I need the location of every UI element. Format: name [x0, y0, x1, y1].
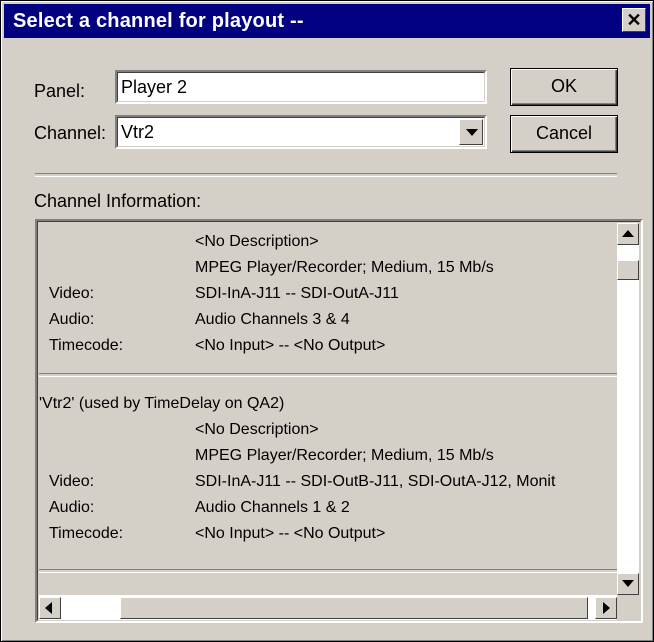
ok-button[interactable]: OK	[510, 68, 618, 106]
close-icon: ✕	[626, 10, 642, 30]
channel-information-content: <No Description> MPEG Player/Recorder; M…	[39, 223, 617, 595]
panel-field[interactable]: Player 2	[115, 70, 487, 104]
entry-1-timecode: <No Input> -- <No Output>	[195, 337, 386, 354]
entry-2-header: 'Vtr2' (used by TimeDelay on QA2)	[39, 395, 285, 412]
panel-label: Panel:	[34, 81, 86, 101]
channel-information-list[interactable]: <No Description> MPEG Player/Recorder; M…	[35, 219, 643, 623]
scrollbar-corner	[617, 595, 639, 621]
channel-combobox[interactable]: Vtr2	[115, 115, 487, 149]
entry-1-video-label: Video:	[49, 285, 95, 302]
vertical-scroll-thumb[interactable]	[617, 260, 639, 280]
entry-1-audio: Audio Channels 3 & 4	[195, 311, 350, 328]
select-channel-dialog: Select a channel for playout -- ✕ Panel:…	[0, 0, 654, 642]
cancel-button[interactable]: Cancel	[510, 115, 618, 153]
horizontal-scrollbar[interactable]	[39, 595, 617, 621]
scroll-down-button[interactable]	[617, 573, 639, 595]
scroll-up-button[interactable]	[617, 223, 639, 245]
entry-2-timecode-label: Timecode:	[49, 525, 124, 542]
entry-2-audio-label: Audio:	[49, 499, 95, 516]
vertical-scrollbar[interactable]	[617, 223, 639, 595]
entry-2-description: <No Description>	[195, 421, 319, 438]
entry-2-video: SDI-InA-J11 -- SDI-OutB-J11, SDI-OutA-J1…	[195, 473, 556, 490]
chevron-down-icon[interactable]	[459, 119, 483, 145]
scroll-right-button[interactable]	[595, 597, 617, 619]
dialog-title: Select a channel for playout --	[13, 10, 304, 32]
entry-divider	[39, 569, 617, 573]
channel-information-heading: Channel Information:	[34, 191, 202, 211]
entry-1-description: <No Description>	[195, 233, 319, 250]
entry-1-video: SDI-InA-J11 -- SDI-OutA-J11	[195, 285, 399, 302]
close-button[interactable]: ✕	[622, 8, 646, 32]
horizontal-scroll-thumb[interactable]	[120, 597, 588, 619]
entry-1-type: MPEG Player/Recorder; Medium, 15 Mb/s	[195, 259, 494, 276]
entry-1-timecode-label: Timecode:	[49, 337, 124, 354]
channel-value: Vtr2	[121, 122, 155, 142]
entry-2-type: MPEG Player/Recorder; Medium, 15 Mb/s	[195, 447, 494, 464]
panel-value: Player 2	[121, 77, 188, 97]
scroll-left-button[interactable]	[39, 597, 61, 619]
entry-2-video-label: Video:	[49, 473, 95, 490]
title-bar[interactable]: Select a channel for playout -- ✕	[4, 4, 650, 38]
entry-2-audio: Audio Channels 1 & 2	[195, 499, 350, 516]
channel-label: Channel:	[34, 123, 107, 143]
entry-1-audio-label: Audio:	[49, 311, 95, 328]
separator	[35, 173, 617, 177]
entry-2-timecode: <No Input> -- <No Output>	[195, 525, 386, 542]
entry-divider	[39, 373, 617, 377]
